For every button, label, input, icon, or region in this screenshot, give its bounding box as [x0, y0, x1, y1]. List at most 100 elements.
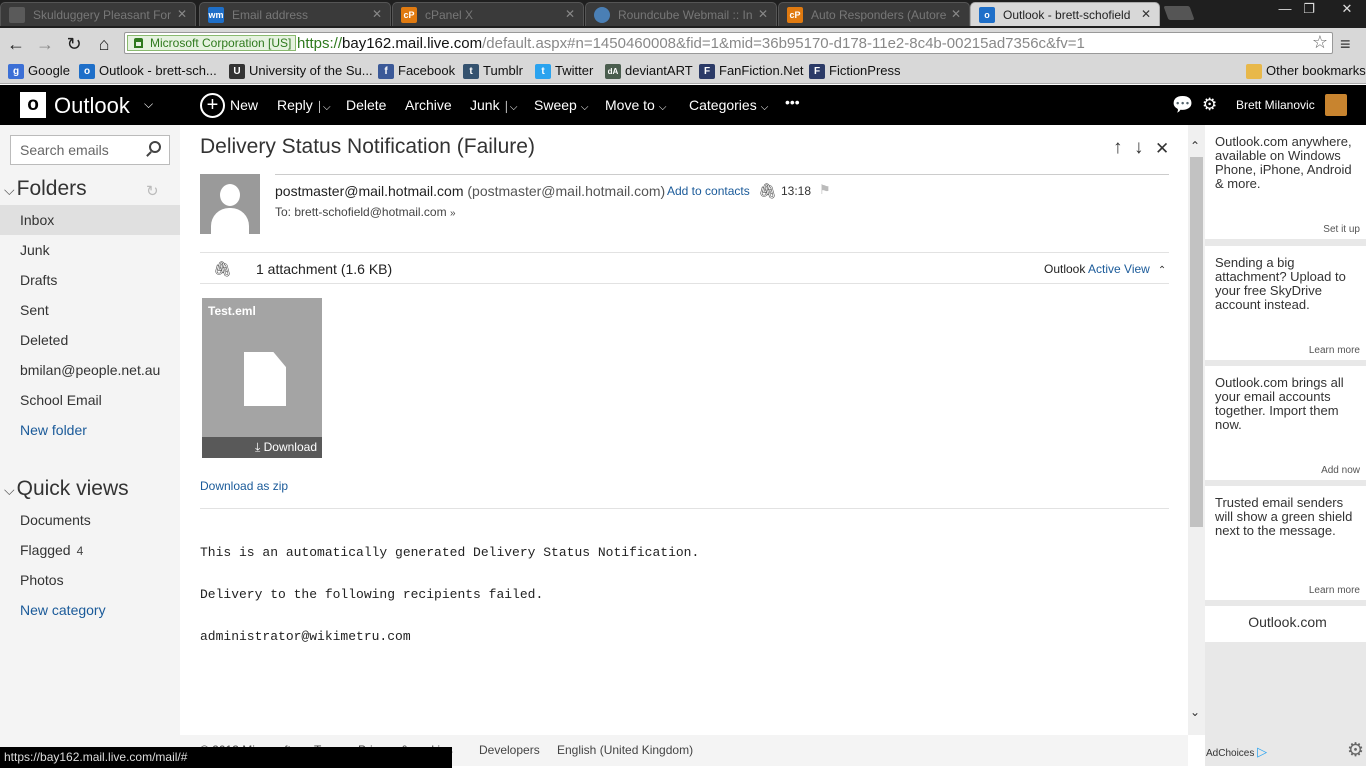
move-to-button[interactable]: Move to ⌵ [605, 97, 666, 113]
download-zip-link[interactable]: Download as zip [200, 479, 288, 493]
minimize-icon[interactable]: — [1272, 0, 1298, 18]
messenger-icon[interactable]: 💬 [1172, 95, 1193, 115]
close-window-icon[interactable]: ✕ [1328, 0, 1366, 18]
forward-icon[interactable]: → [34, 33, 56, 55]
scrollbar-thumb[interactable] [1190, 157, 1203, 527]
outlook-logo-text[interactable]: Outlook [54, 93, 130, 119]
bookmark-university[interactable]: U University of the Su... [229, 63, 373, 79]
adchoices-link[interactable]: AdChoices ▷ [1206, 744, 1267, 760]
promo-action-link[interactable]: Set it up [1323, 224, 1360, 235]
folder-sent[interactable]: Sent [0, 295, 180, 325]
close-icon[interactable]: ✕ [565, 7, 575, 21]
search-input[interactable] [20, 142, 140, 158]
language-link[interactable]: English (United Kingdom) [557, 743, 693, 757]
bookmark-twitter[interactable]: t Twitter [535, 63, 593, 79]
promo-action-link[interactable]: Add now [1321, 465, 1360, 476]
close-icon[interactable]: ✕ [951, 7, 961, 21]
new-tab-button[interactable] [1163, 6, 1195, 20]
add-to-contacts-link[interactable]: Add to contacts [667, 184, 750, 198]
browser-tab[interactable]: Skulduggery Pleasant For ✕ [0, 2, 196, 26]
close-icon[interactable]: ✕ [372, 7, 382, 21]
sweep-button[interactable]: Sweep ⌵ [534, 97, 588, 113]
browser-menu-icon[interactable]: ≡ [1340, 34, 1351, 55]
restore-icon[interactable]: ❐ [1296, 0, 1322, 18]
more-options-icon[interactable]: ••• [785, 94, 800, 110]
user-name[interactable]: Brett Milanovic [1236, 98, 1315, 112]
bookmark-deviantart[interactable]: dA deviantART [605, 63, 693, 79]
folder-drafts[interactable]: Drafts [0, 265, 180, 295]
url-text[interactable]: https://bay162.mail.live.com/default.asp… [297, 35, 1085, 52]
previous-message-icon[interactable]: ↑ [1113, 137, 1123, 159]
browser-tab[interactable]: cP Auto Responders (Autore ✕ [778, 2, 970, 26]
active-view-link[interactable]: Active View [1088, 262, 1150, 276]
promo-action-link[interactable]: Learn more [1309, 585, 1360, 596]
chevron-down-icon[interactable]: ⌵ [4, 182, 15, 198]
quickview-flagged[interactable]: Flagged 4 [0, 535, 180, 565]
attachment-card[interactable]: Test.eml ⤓ Download [202, 298, 322, 458]
delete-button[interactable]: Delete [346, 97, 386, 113]
close-icon[interactable]: ✕ [758, 7, 768, 21]
folders-heading[interactable]: ⌵Folders [4, 177, 87, 201]
back-icon[interactable]: ← [5, 33, 27, 55]
archive-button[interactable]: Archive [405, 97, 452, 113]
new-category-link[interactable]: New category [0, 595, 180, 625]
folder-bmilan[interactable]: bmilan@people.net.au [0, 355, 180, 385]
developers-link[interactable]: Developers [479, 743, 540, 757]
bookmark-fictionpress[interactable]: F FictionPress [809, 63, 901, 79]
quick-views-heading[interactable]: ⌵Quick views [4, 477, 129, 501]
quickview-photos[interactable]: Photos [0, 565, 180, 595]
refresh-icon[interactable]: ↻ [146, 182, 159, 200]
search-icon[interactable] [149, 141, 161, 153]
avatar[interactable] [1325, 94, 1347, 116]
folder-school-email[interactable]: School Email [0, 385, 180, 415]
bookmark-outlook[interactable]: o Outlook - brett-sch... [79, 63, 217, 79]
junk-button[interactable]: Junk │⌵ [470, 97, 517, 113]
folder-inbox[interactable]: Inbox [0, 205, 180, 235]
gear-icon[interactable]: ⚙ [1202, 95, 1217, 115]
close-icon[interactable]: ✕ [1155, 139, 1169, 159]
close-icon[interactable]: ✕ [177, 7, 187, 21]
reply-button[interactable]: Reply │⌵ [277, 97, 331, 113]
home-icon[interactable]: ⌂ [93, 33, 115, 55]
other-bookmarks[interactable]: Other bookmarks [1246, 63, 1366, 79]
expand-recipients-icon[interactable]: » [450, 208, 456, 219]
scroll-up-icon[interactable]: ⌃ [1190, 139, 1200, 153]
flag-icon[interactable]: ⚑ [819, 182, 831, 198]
new-plus-icon[interactable]: + [200, 93, 225, 118]
sender-name[interactable]: postmaster@mail.hotmail.com [275, 183, 464, 199]
download-bar[interactable]: ⤓ Download [202, 437, 322, 458]
folder-deleted[interactable]: Deleted [0, 325, 180, 355]
active-view-toggle[interactable]: Outlook Active View ⌃ [1044, 262, 1166, 276]
bookmark-facebook[interactable]: f Facebook [378, 63, 455, 79]
scroll-down-icon[interactable]: ⌄ [1190, 705, 1200, 719]
ev-certificate-badge[interactable]: Microsoft Corporation [US] [127, 35, 297, 51]
bookmark-fanfiction[interactable]: F FanFiction.Net [699, 63, 804, 79]
folder-junk[interactable]: Junk [0, 235, 180, 265]
browser-tab[interactable]: cP cPanel X ✕ [392, 2, 584, 26]
new-button[interactable]: New [230, 97, 258, 113]
promo-action-link[interactable]: Learn more [1309, 345, 1360, 356]
outlook-logo-icon[interactable]: o [20, 92, 46, 118]
app-switcher-chevron-icon[interactable]: ⌵ [144, 97, 153, 112]
chevron-up-icon[interactable]: ⌃ [1158, 265, 1166, 276]
download-button[interactable]: ⤓ Download [255, 440, 317, 455]
reading-pane-scrollbar[interactable]: ⌃ ⌄ [1188, 125, 1205, 735]
new-folder-link[interactable]: New folder [0, 415, 180, 445]
bookmark-google[interactable]: g Google [8, 63, 70, 79]
chevron-down-icon[interactable]: │⌵ [317, 102, 331, 113]
recipients[interactable]: To: brett-schofield@hotmail.com » [275, 205, 456, 219]
bookmark-star-icon[interactable]: ☆ [1312, 32, 1328, 53]
brand-card[interactable]: Outlook.com [1205, 606, 1366, 642]
address-bar[interactable]: Microsoft Corporation [US] https://bay16… [124, 32, 1333, 54]
categories-button[interactable]: Categories ⌵ [689, 97, 768, 113]
quickview-documents[interactable]: Documents [0, 505, 180, 535]
search-box[interactable] [10, 135, 170, 165]
next-message-icon[interactable]: ↓ [1134, 137, 1144, 159]
reload-icon[interactable]: ↻ [63, 33, 85, 55]
browser-tab[interactable]: wm Email address ✕ [199, 2, 391, 26]
gear-icon[interactable]: ⚙ [1347, 739, 1364, 762]
browser-tab[interactable]: Roundcube Webmail :: In ✕ [585, 2, 777, 26]
chevron-down-icon[interactable]: │⌵ [504, 102, 518, 113]
chevron-down-icon[interactable]: ⌵ [4, 482, 15, 498]
close-icon[interactable]: ✕ [1137, 7, 1151, 21]
